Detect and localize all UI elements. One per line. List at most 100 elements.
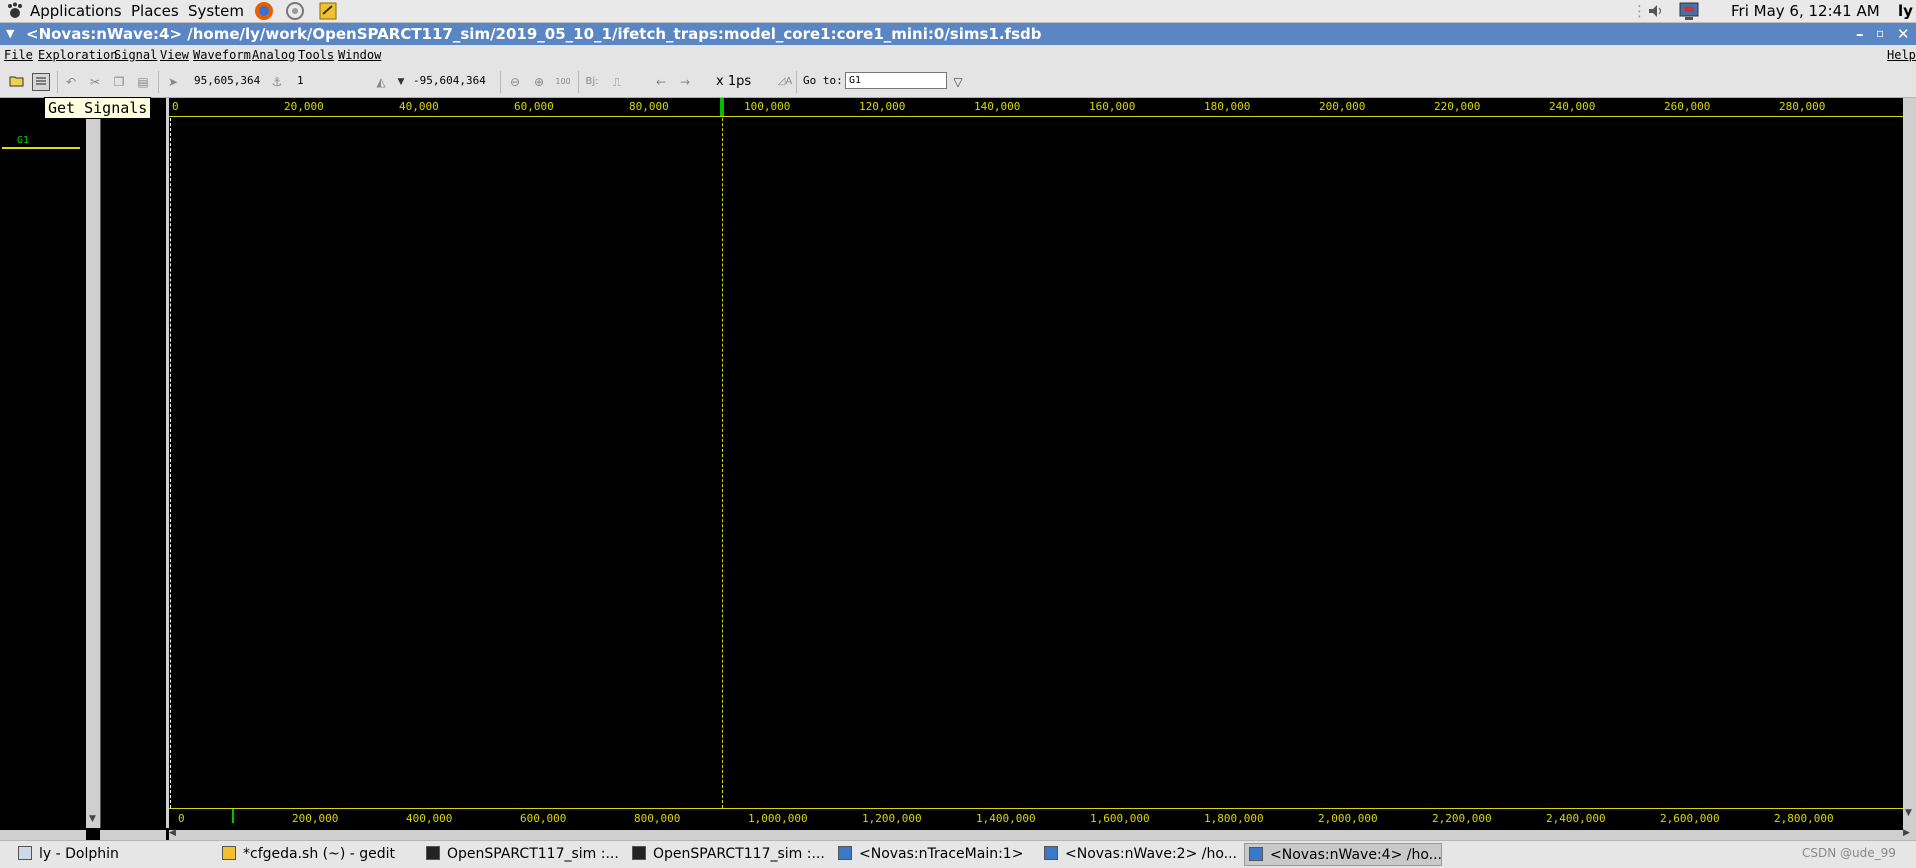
ruler-bottom-tick-label: 400,000 (406, 812, 453, 825)
signal-value-pane[interactable] (100, 98, 167, 828)
menu-help-label: Help (1887, 48, 1916, 62)
time-unit: x 1ps (716, 74, 752, 89)
taskbar-item[interactable]: *cfgeda.sh (~) - gedit (218, 843, 413, 866)
menu-file[interactable]: File (4, 48, 33, 62)
delta-icon[interactable]: ◭ (372, 73, 390, 91)
ruler-top-tick-label: 100,000 (744, 100, 791, 113)
menu-tools[interactable]: Tools (298, 48, 334, 62)
menu-exploration[interactable]: Exploration (38, 48, 117, 62)
novas-icon (838, 846, 852, 860)
menu-signal-label: Signal (114, 48, 158, 62)
value-horizontal-scrollbar[interactable] (100, 830, 166, 840)
zoom-fit-icon[interactable]: 100 (554, 73, 572, 91)
menu-view-label: View (160, 48, 189, 62)
cursor-icon[interactable]: ➤ (164, 73, 182, 91)
menubar: File Exploration Signal View Waveform An… (0, 45, 1916, 67)
minimize-icon[interactable]: – (1856, 23, 1864, 45)
ruler-bottom-tick-label: 2,400,000 (1546, 812, 1606, 825)
maximize-icon[interactable]: ▫ (1876, 22, 1884, 44)
taskbar-item[interactable]: ly - Dolphin (14, 843, 204, 866)
menu-signal[interactable]: Signal (114, 48, 157, 62)
terminal-icon (426, 846, 440, 860)
clock[interactable]: Fri May 6, 12:41 AM (1731, 1, 1880, 21)
cut-icon[interactable]: ✂ (86, 73, 104, 91)
window-title-bar[interactable]: ▼ <Novas:nWave:4> /home/ly/work/OpenSPAR… (0, 23, 1916, 45)
user-name[interactable]: ly (1898, 1, 1913, 21)
search-value-icon[interactable]: Bj: (583, 73, 601, 91)
marker-value: 1 (297, 74, 304, 87)
analog-icon[interactable]: ◿A (776, 73, 794, 91)
ruler-bottom-tick-label: 2,000,000 (1318, 812, 1378, 825)
group-label[interactable]: G1 (17, 135, 29, 146)
ruler-bottom-tick-label: 0 (178, 812, 185, 825)
waveform-vertical-scrollbar[interactable]: ▼ (1903, 98, 1916, 830)
group-underline (2, 147, 80, 149)
filter-icon[interactable]: ▽ (949, 73, 967, 91)
close-icon[interactable]: ✕ (1897, 23, 1910, 45)
ruler-top-tick-label: 240,000 (1549, 100, 1596, 113)
goto-label: Go to: (803, 74, 843, 87)
menu-waveform[interactable]: Waveform (193, 48, 251, 62)
window-title: <Novas:nWave:4> /home/ly/work/OpenSPARCT… (26, 25, 1042, 43)
cursor-time: 95,605,364 (194, 74, 261, 87)
marker-icon[interactable]: ⚓ (268, 73, 286, 91)
time-ruler-top[interactable]: 0 20,000 40,000 60,000 80,000 100,000 12… (169, 98, 1903, 117)
goto-input[interactable] (845, 72, 947, 89)
paste-icon[interactable]: ▤ (134, 73, 152, 91)
taskbar-item[interactable]: <Novas:nWave:2> /ho... (1040, 843, 1238, 866)
scroll-right-icon[interactable]: ▶ (1903, 828, 1910, 838)
ruler-bottom-tick-label: 1,400,000 (976, 812, 1036, 825)
ruler-top-tick-label: 40,000 (399, 100, 439, 113)
signal-name-pane[interactable]: G1 (0, 98, 87, 828)
ruler-top-tick-label: 280,000 (1779, 100, 1826, 113)
time-cursor[interactable] (722, 98, 723, 808)
taskbar-item[interactable]: OpenSPARCT117_sim :... (422, 843, 620, 866)
ruler-top-tick-label: 220,000 (1434, 100, 1481, 113)
taskbar-item[interactable]: OpenSPARCT117_sim :... (628, 843, 826, 866)
taskbar-item[interactable]: <Novas:nTraceMain:1> (834, 843, 1032, 866)
taskbar-item-label: <Novas:nTraceMain:1> (859, 846, 1024, 862)
zoom-in-icon[interactable]: ⊕ (530, 73, 548, 91)
terminal-icon (632, 846, 646, 860)
menu-view[interactable]: View (160, 48, 189, 62)
taskbar-item-label: OpenSPARCT117_sim :... (447, 846, 619, 862)
copy-icon[interactable]: ❐ (110, 73, 128, 91)
edge-icon[interactable]: ⎍ (608, 73, 626, 91)
delta-dropdown-icon[interactable]: ▼ (392, 73, 410, 91)
overview-cursor-marker[interactable] (232, 809, 234, 823)
applications-menu[interactable]: Applications (30, 1, 122, 21)
time-ruler-bottom[interactable]: 0 200,000 400,000 600,000 800,000 1,000,… (169, 808, 1903, 827)
window-menu-icon[interactable]: ▼ (6, 23, 14, 45)
delta-time: -95,604,364 (413, 74, 486, 87)
taskbar-item-active[interactable]: <Novas:nWave:4> /ho... (1244, 843, 1442, 866)
scroll-left-icon[interactable]: ◀ (169, 828, 176, 838)
novas-icon (1249, 847, 1263, 861)
ruler-bottom-tick-label: 1,800,000 (1204, 812, 1264, 825)
waveform-horizontal-scrollbar[interactable]: ◀ ▶ (169, 828, 1916, 840)
system-menu[interactable]: System (188, 1, 244, 21)
ruler-bottom-tick-label: 2,200,000 (1432, 812, 1492, 825)
scroll-down-icon[interactable]: ▼ (1905, 808, 1912, 818)
waveform-start-line (170, 118, 171, 808)
gedit-icon (222, 846, 236, 860)
next-arrow-icon[interactable]: → (676, 73, 694, 91)
volume-icon[interactable] (1646, 2, 1664, 25)
places-menu[interactable]: Places (131, 1, 179, 21)
gnome-foot-icon[interactable] (6, 2, 24, 25)
prev-arrow-icon[interactable]: ← (652, 73, 670, 91)
menu-help[interactable]: Help (1887, 48, 1916, 62)
menu-window[interactable]: Window (338, 48, 381, 62)
menu-file-label: File (4, 48, 33, 62)
ruler-top-tick-label: 180,000 (1204, 100, 1251, 113)
get-signals-icon[interactable] (32, 73, 50, 91)
zoom-out-icon[interactable]: ⊖ (506, 73, 524, 91)
undo-icon[interactable]: ↶ (62, 73, 80, 91)
signal-pane-scrollbar[interactable]: ▼ (86, 98, 100, 828)
taskbar-item-label: ly - Dolphin (39, 846, 119, 862)
open-file-icon[interactable] (8, 73, 26, 91)
menu-analog[interactable]: Analog (252, 48, 295, 62)
signal-horizontal-scrollbar[interactable] (0, 830, 86, 840)
waveform-pane[interactable]: 0 20,000 40,000 60,000 80,000 100,000 12… (169, 98, 1903, 830)
cursor-marker[interactable] (720, 98, 724, 116)
scroll-down-icon[interactable]: ▼ (89, 814, 96, 824)
